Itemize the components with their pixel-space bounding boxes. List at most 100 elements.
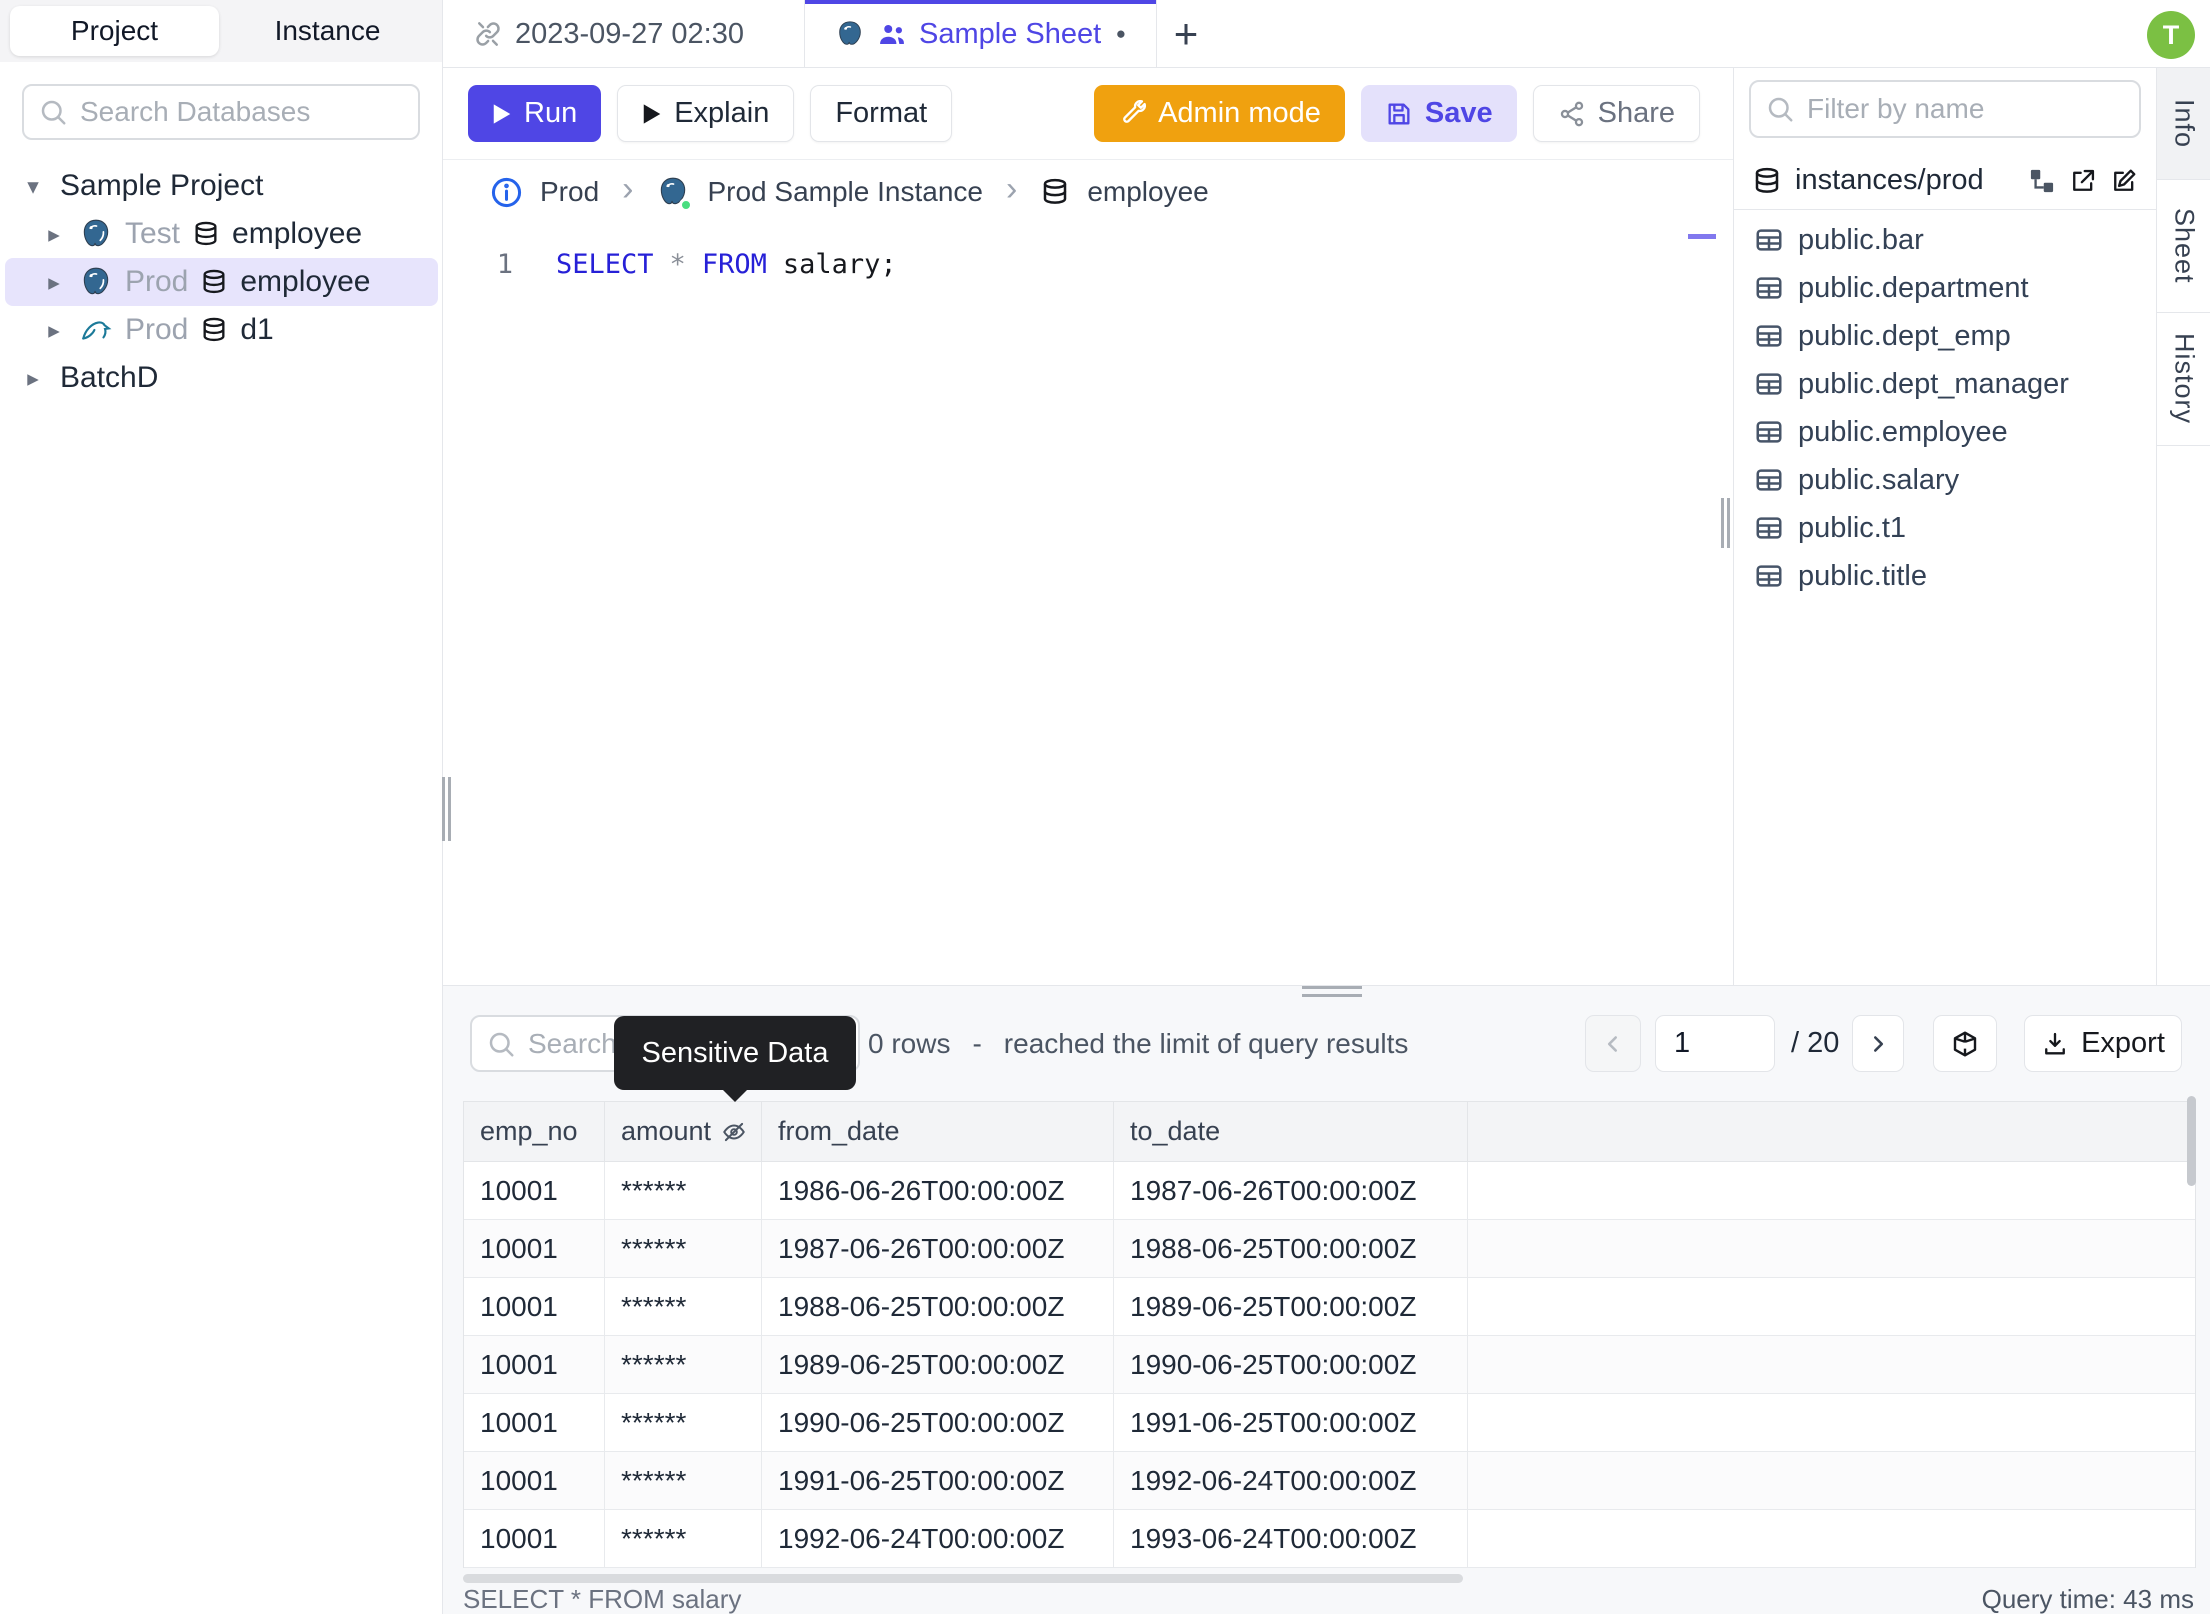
tab-history[interactable]: History	[2157, 313, 2210, 446]
table-icon	[1756, 565, 1782, 587]
admin-mode-button[interactable]: Admin mode	[1094, 85, 1345, 142]
vertical-scrollbar[interactable]	[2187, 1096, 2196, 1186]
next-page-button[interactable]	[1852, 1015, 1904, 1072]
table-icon	[1756, 517, 1782, 539]
cell-amount-masked: ******	[605, 1394, 762, 1451]
column-header-amount[interactable]: amount	[605, 1102, 762, 1161]
schema-diagram-icon[interactable]	[2028, 167, 2056, 195]
tab-sample-sheet[interactable]: Sample Sheet ●	[805, 0, 1157, 68]
visualize-button[interactable]	[1933, 1015, 1997, 1072]
cell-from-date: 1987-06-26T00:00:00Z	[762, 1220, 1114, 1277]
caret-right-icon: ▸	[48, 316, 60, 343]
table-row[interactable]: 10001 ****** 1986-06-26T00:00:00Z 1987-0…	[464, 1162, 2195, 1220]
edit-icon[interactable]	[2110, 167, 2138, 195]
new-tab-button[interactable]: +	[1157, 0, 1215, 68]
export-button[interactable]: Export	[2024, 1015, 2182, 1072]
table-list-item[interactable]: public.t1	[1734, 504, 2156, 552]
unsaved-changes-dot: ●	[1115, 24, 1126, 43]
tab-sheet[interactable]: Sheet	[2157, 180, 2210, 313]
sheet-tab-bar: 2023-09-27 02:30 Sample Sheet ● + T	[443, 0, 2210, 68]
cell-amount-masked: ******	[605, 1452, 762, 1509]
table-icon	[1756, 277, 1782, 299]
table-list-item[interactable]: public.salary	[1734, 456, 2156, 504]
table-list-item[interactable]: public.bar	[1734, 216, 2156, 264]
filter-by-name-input[interactable]	[1807, 93, 2125, 125]
avatar[interactable]: T	[2147, 11, 2195, 59]
table-row[interactable]: 10001 ****** 1990-06-25T00:00:00Z 1991-0…	[464, 1394, 2195, 1452]
tree-database-prod-employee[interactable]: ▸ Prod employee	[5, 258, 438, 306]
results-resize-handle[interactable]	[1302, 986, 1362, 997]
chevron-right-icon	[1873, 1035, 1884, 1052]
table-row[interactable]: 10001 ****** 1992-06-24T00:00:00Z 1993-0…	[464, 1510, 2195, 1568]
table-row[interactable]: 10001 ****** 1987-06-26T00:00:00Z 1988-0…	[464, 1220, 2195, 1278]
table-row[interactable]: 10001 ****** 1988-06-25T00:00:00Z 1989-0…	[464, 1278, 2195, 1336]
info-icon[interactable]	[490, 176, 523, 209]
table-list-item[interactable]: public.employee	[1734, 408, 2156, 456]
share-button[interactable]: Share	[1532, 85, 1700, 142]
column-header-to-date[interactable]: to_date	[1114, 1102, 1468, 1161]
tab-project[interactable]: Project	[10, 6, 219, 56]
row-count: 0 rows	[868, 1027, 951, 1059]
table-icon	[1756, 229, 1782, 251]
sql-keyword: SELECT	[556, 248, 654, 280]
sidebar-resize-handle[interactable]	[442, 777, 451, 841]
tab-instance[interactable]: Instance	[223, 6, 432, 56]
sql-code: SELECT * FROM salary;	[556, 249, 897, 280]
external-link-icon[interactable]	[2069, 167, 2097, 195]
table-name: public.t1	[1798, 511, 1907, 544]
editor-overview-ruler-mark	[1688, 234, 1716, 239]
cell-to-date: 1989-06-25T00:00:00Z	[1114, 1278, 1468, 1335]
column-header-filler	[1468, 1102, 2195, 1161]
breadcrumb-instance[interactable]: Prod Sample Instance	[707, 176, 983, 208]
breadcrumb-database[interactable]: employee	[1087, 176, 1208, 208]
database-label: d1	[240, 313, 274, 346]
search-databases-input[interactable]	[80, 96, 404, 128]
instance-path-label: instances/prod	[1795, 164, 1984, 196]
table-list-item[interactable]: public.dept_manager	[1734, 360, 2156, 408]
editor-line-1[interactable]: 1 SELECT * FROM salary;	[443, 244, 897, 284]
table-name: public.salary	[1798, 463, 1960, 496]
table-row[interactable]: 10001 ****** 1991-06-25T00:00:00Z 1992-0…	[464, 1452, 2195, 1510]
table-icon	[1756, 325, 1782, 347]
breadcrumb-environment[interactable]: Prod	[540, 176, 599, 208]
download-icon	[2045, 1032, 2065, 1054]
table-list-item[interactable]: public.department	[1734, 264, 2156, 312]
tree-project-sample[interactable]: ▾ Sample Project	[0, 162, 443, 210]
database-icon	[195, 221, 217, 246]
tree-project-batchd[interactable]: ▸ BatchD	[0, 354, 443, 402]
eye-off-icon[interactable]	[721, 1119, 747, 1145]
sensitive-data-tooltip: Sensitive Data	[614, 1016, 856, 1090]
right-panel-resize-handle[interactable]	[1721, 498, 1730, 548]
tree-database-prod-d1[interactable]: ▸ Prod d1	[5, 306, 438, 354]
tab-unsaved-sheet[interactable]: 2023-09-27 02:30	[443, 0, 805, 68]
table-name: public.dept_emp	[1798, 319, 2011, 352]
previous-page-button[interactable]	[1585, 1015, 1641, 1072]
page-number-input[interactable]	[1656, 1027, 1774, 1060]
cell-to-date: 1987-06-26T00:00:00Z	[1114, 1162, 1468, 1219]
cell-from-date: 1992-06-24T00:00:00Z	[762, 1510, 1114, 1567]
sql-keyword: FROM	[701, 248, 767, 280]
caret-right-icon: ▸	[27, 364, 39, 391]
column-header-from-date[interactable]: from_date	[762, 1102, 1114, 1161]
sql-editor[interactable]: 1 SELECT * FROM salary;	[443, 224, 1733, 985]
schema-panel: instances/prod public.bar public.departm…	[1733, 68, 2156, 985]
table-list-item[interactable]: public.dept_emp	[1734, 312, 2156, 360]
horizontal-scrollbar[interactable]	[463, 1574, 1463, 1583]
search-icon	[1768, 97, 1793, 122]
tree-database-test-employee[interactable]: ▸ Test employee	[5, 210, 438, 258]
table-name: public.bar	[1798, 223, 1924, 256]
cell-filler	[1468, 1162, 2195, 1219]
save-button[interactable]: Save	[1360, 85, 1517, 142]
cell-from-date: 1986-06-26T00:00:00Z	[762, 1162, 1114, 1219]
explain-button[interactable]: Explain	[617, 85, 795, 142]
table-list-item[interactable]: public.title	[1734, 552, 2156, 600]
cell-from-date: 1990-06-25T00:00:00Z	[762, 1394, 1114, 1451]
tab-label: 2023-09-27 02:30	[515, 17, 744, 50]
table-row[interactable]: 10001 ****** 1989-06-25T00:00:00Z 1990-0…	[464, 1336, 2195, 1394]
tab-info[interactable]: Info	[2157, 68, 2210, 180]
database-icon	[203, 269, 225, 294]
sql-text: salary;	[782, 248, 897, 280]
column-header-emp-no[interactable]: emp_no	[464, 1102, 605, 1161]
run-button[interactable]: Run	[468, 85, 602, 142]
format-button[interactable]: Format	[810, 85, 953, 142]
